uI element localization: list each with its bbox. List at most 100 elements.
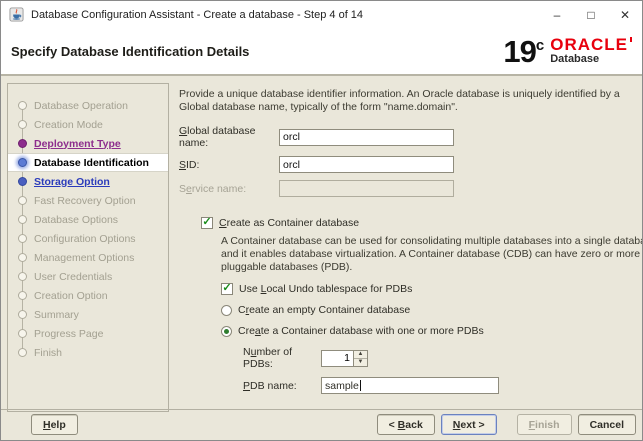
local-undo-checkbox-row[interactable]: ✓ Use Local Undo tablespace for PDBs xyxy=(221,283,632,295)
back-button[interactable]: < Back xyxy=(376,414,435,435)
step-label: Finish xyxy=(34,346,63,359)
text-caret xyxy=(359,380,361,391)
step-label: Creation Mode xyxy=(34,118,103,131)
step-node-icon xyxy=(18,310,27,319)
cancel-button[interactable]: Cancel xyxy=(577,414,636,435)
global-db-name-row: Global database name: xyxy=(179,125,632,149)
step-node-icon xyxy=(18,272,27,281)
wizard-steps-panel: Database Operation Creation Mode Deploymen… xyxy=(7,83,169,412)
oracle-19c-logo: 19 c ORACLE Database xyxy=(503,34,632,69)
step-node-icon xyxy=(18,348,27,357)
panel-description: Provide a unique database identifier inf… xyxy=(179,88,620,113)
step-node-icon xyxy=(18,329,27,338)
checkmark-icon: ✓ xyxy=(222,282,232,294)
container-db-section: ✓ Create as Container database A Contain… xyxy=(201,217,642,394)
sidebar-step[interactable]: Deployment Type xyxy=(8,134,168,153)
finish-button: Finish xyxy=(516,414,572,435)
step-label: Creation Option xyxy=(34,289,108,302)
step-label: Configuration Options xyxy=(34,232,136,245)
empty-cdb-label: Create an empty Container database xyxy=(238,304,411,316)
maximize-icon[interactable]: □ xyxy=(574,2,608,28)
step-label: Storage Option xyxy=(34,175,110,188)
local-undo-checkbox[interactable]: ✓ xyxy=(221,283,233,295)
sidebar-step: Summary xyxy=(8,305,168,324)
sidebar-step: Fast Recovery Option xyxy=(8,191,168,210)
sidebar-steps: Database Operation Creation Mode Deploymen… xyxy=(8,96,168,362)
button-bar: Help < Back Next > Finish Cancel xyxy=(1,410,642,440)
app-window: Database Configuration Assistant - Creat… xyxy=(0,0,643,441)
sidebar-step: Progress Page xyxy=(8,324,168,343)
step-label: Progress Page xyxy=(34,327,104,340)
step-label: Management Options xyxy=(34,251,135,264)
minimize-icon[interactable]: – xyxy=(540,2,574,28)
step-node-icon xyxy=(18,253,27,262)
sidebar-step[interactable]: Storage Option xyxy=(8,172,168,191)
step-label: Deployment Type xyxy=(34,137,121,150)
create-cdb-label: Create as Container database xyxy=(219,217,360,229)
sidebar-step: Database Options xyxy=(8,210,168,229)
step-label: Fast Recovery Option xyxy=(34,194,136,207)
step-label: User Credentials xyxy=(34,270,113,283)
sid-label: SID: xyxy=(179,158,200,171)
service-name-label: Service name: xyxy=(179,182,247,195)
help-button[interactable]: Help xyxy=(31,414,78,435)
sidebar-step: Creation Mode xyxy=(8,115,168,134)
logo-version: 19 xyxy=(503,34,536,69)
sidebar-step: Configuration Options xyxy=(8,229,168,248)
pdb-name-value: sample xyxy=(325,379,359,392)
empty-cdb-radio[interactable] xyxy=(221,304,232,316)
pdb-name-label: PDB name: xyxy=(243,379,297,392)
num-pdbs-stepper: ▲ ▼ xyxy=(321,349,368,367)
page-header: Specify Database Identification Details … xyxy=(1,28,642,76)
cdb-with-pdbs-label: Create a Container database with one or … xyxy=(238,325,484,337)
checkmark-icon: ✓ xyxy=(202,216,212,228)
pdb-name-input[interactable]: sample xyxy=(321,377,499,394)
spinner-down-icon[interactable]: ▼ xyxy=(354,358,367,366)
step-label: Summary xyxy=(34,308,79,321)
main-panel: Provide a unique database identifier inf… xyxy=(169,77,642,412)
window-title: Database Configuration Assistant - Creat… xyxy=(31,8,364,21)
step-node-icon xyxy=(18,158,27,167)
spinner-up-icon[interactable]: ▲ xyxy=(354,350,367,359)
sidebar-step: Finish xyxy=(8,343,168,362)
java-icon xyxy=(9,7,24,22)
sidebar-step: User Credentials xyxy=(8,267,168,286)
logo-product: Database xyxy=(550,53,600,65)
step-node-icon xyxy=(18,120,27,129)
step-node-icon xyxy=(18,101,27,110)
next-button[interactable]: Next > xyxy=(440,414,497,435)
sid-input[interactable] xyxy=(279,156,454,173)
container-db-description: A Container database can be used for con… xyxy=(221,235,643,273)
local-undo-label: Use Local Undo tablespace for PDBs xyxy=(239,283,413,295)
num-pdbs-input[interactable] xyxy=(321,349,354,367)
cdb-with-pdbs-radio[interactable] xyxy=(221,325,232,337)
container-db-options: ✓ Use Local Undo tablespace for PDBs Cre… xyxy=(221,283,632,394)
sidebar-step: Creation Option xyxy=(8,286,168,305)
service-name-row: Service name: xyxy=(179,180,632,197)
sid-row: SID: xyxy=(179,156,632,173)
sidebar-step: Management Options xyxy=(8,248,168,267)
step-label: Database Identification xyxy=(34,156,149,169)
step-node-icon xyxy=(18,234,27,243)
global-db-name-input[interactable] xyxy=(279,128,454,146)
close-icon[interactable]: ✕ xyxy=(608,2,642,28)
step-node-icon xyxy=(18,196,27,205)
create-cdb-checkbox[interactable]: ✓ xyxy=(201,217,213,229)
step-label: Database Options xyxy=(34,213,119,226)
step-node-icon xyxy=(18,291,27,300)
num-pdbs-row: Number of PDBs: ▲ ▼ xyxy=(243,346,632,370)
step-label: Database Operation xyxy=(34,99,128,112)
cdb-with-pdbs-radio-row[interactable]: Create a Container database with one or … xyxy=(221,325,632,337)
pdb-name-row: PDB name: sample xyxy=(243,377,632,394)
create-cdb-checkbox-row[interactable]: ✓ Create as Container database xyxy=(201,217,632,229)
sidebar-step: Database Identification xyxy=(8,153,168,172)
title-bar: Database Configuration Assistant - Creat… xyxy=(1,1,642,28)
sidebar-step: Database Operation xyxy=(8,96,168,115)
step-node-icon xyxy=(18,215,27,224)
empty-cdb-radio-row[interactable]: Create an empty Container database xyxy=(221,304,632,316)
service-name-input xyxy=(279,180,454,197)
oracle-wordmark: ORACLE xyxy=(550,35,632,54)
logo-version-suffix: c xyxy=(535,37,545,54)
num-pdbs-label: Number of PDBs: xyxy=(243,346,293,370)
step-node-icon xyxy=(18,177,27,186)
